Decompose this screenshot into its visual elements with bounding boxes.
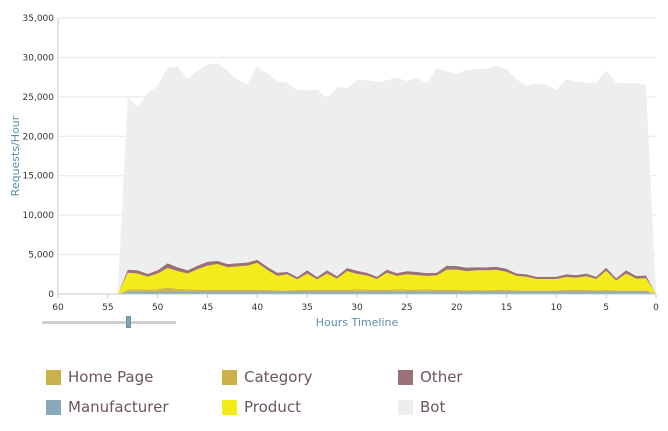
legend: Home Page Category Other Manufacturer Pr… (46, 367, 646, 423)
legend-label: Other (420, 368, 463, 386)
legend-label: Category (244, 368, 313, 386)
legend-label: Product (244, 398, 301, 416)
x-tick-label: 15 (501, 303, 512, 313)
y-tick-label: 25,000 (23, 93, 55, 103)
legend-label: Bot (420, 398, 446, 416)
legend-item-home-page[interactable]: Home Page (46, 367, 153, 387)
legend-item-bot[interactable]: Bot (398, 397, 445, 417)
x-tick-label: 10 (551, 303, 563, 313)
x-tick-label: 35 (301, 303, 312, 313)
legend-item-other[interactable]: Other (398, 367, 463, 387)
y-tick-label: 20,000 (23, 132, 55, 142)
y-axis-title: Requests/Hour (9, 115, 22, 196)
x-tick-label: 50 (152, 303, 164, 313)
x-tick-label: 45 (202, 303, 213, 313)
legend-swatch (222, 369, 237, 385)
x-tick-label: 40 (252, 303, 264, 313)
x-tick-label: 20 (451, 303, 463, 313)
x-tick-label: 25 (401, 303, 412, 313)
x-tick-label: 30 (351, 303, 363, 313)
legend-label: Manufacturer (68, 398, 169, 416)
x-axis-title: Hours Timeline (316, 316, 399, 329)
legend-label: Home Page (68, 368, 154, 386)
y-tick-label: 30,000 (23, 53, 55, 63)
x-tick-labels: 60 55 50 45 40 35 30 25 20 15 10 5 0 (52, 294, 659, 313)
y-tick-label: 5,000 (28, 251, 54, 261)
x-tick-label: 55 (102, 303, 113, 313)
legend-swatch (46, 369, 61, 385)
timeline-slider[interactable] (42, 316, 176, 328)
slider-track[interactable] (42, 321, 176, 324)
series-area-bot[interactable] (117, 62, 657, 295)
x-tick-label: 60 (52, 303, 64, 313)
y-tick-label: 35,000 (23, 14, 55, 24)
y-tick-label: 0 (48, 290, 54, 300)
legend-swatch (398, 399, 413, 415)
chart-area: 0 5,000 10,000 15,000 20,000 25,000 30,000 35,0… (0, 0, 668, 340)
legend-item-manufacturer[interactable]: Manufacturer (46, 397, 169, 417)
slider-handle[interactable] (126, 316, 131, 328)
legend-swatch (222, 399, 237, 415)
y-tick-labels: 0 5,000 10,000 15,000 20,000 25,000 30,000 35,0… (23, 14, 55, 300)
y-tick-label: 10,000 (23, 211, 55, 221)
x-tick-label: 5 (603, 303, 609, 313)
series-areas (117, 62, 657, 295)
legend-item-product[interactable]: Product (222, 397, 301, 417)
y-tick-label: 15,000 (23, 172, 55, 182)
stacked-area-chart: 0 5,000 10,000 15,000 20,000 25,000 30,000 35,0… (9, 14, 659, 329)
legend-swatch (46, 399, 61, 415)
legend-swatch (398, 369, 413, 385)
x-tick-label: 0 (653, 303, 659, 313)
legend-item-category[interactable]: Category (222, 367, 313, 387)
